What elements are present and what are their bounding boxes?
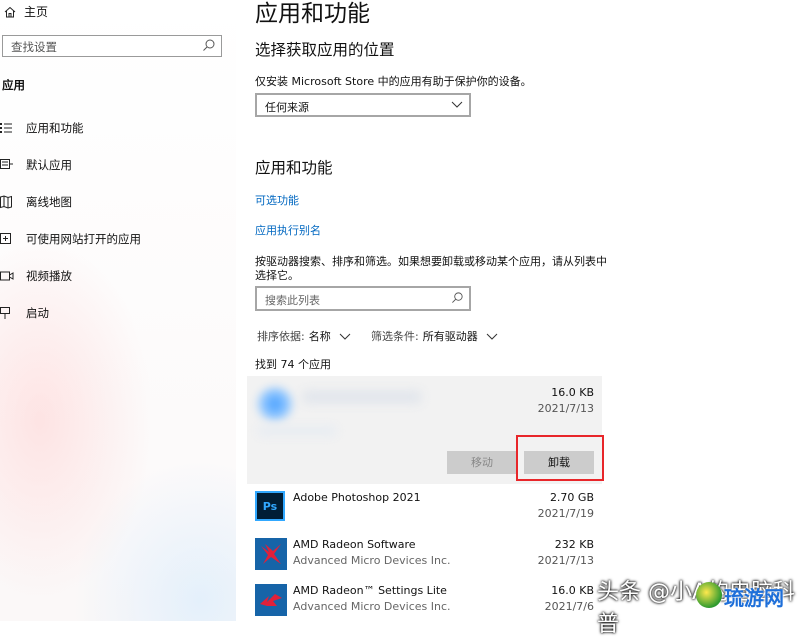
sidebar: 主页 查找设置 应用 应用和功能 默认应用 离线地图 可使用网站打开的应用 视频…	[0, 0, 236, 621]
app-source-dropdown[interactable]: 任何来源	[255, 93, 471, 117]
chevron-down-icon	[451, 101, 463, 108]
startup-icon	[0, 307, 10, 319]
sidebar-item-label: 可使用网站打开的应用	[26, 232, 141, 246]
sidebar-item-label: 启动	[26, 306, 49, 320]
section-label-apps: 应用	[2, 78, 25, 92]
page-title: 应用和功能	[255, 1, 370, 27]
settings-search-placeholder: 查找设置	[11, 40, 57, 54]
sidebar-item-startup[interactable]: 启动	[0, 303, 49, 323]
chevron-down-icon	[486, 333, 498, 340]
sidebar-item-label: 离线地图	[26, 195, 72, 209]
photoshop-icon-text: Ps	[262, 500, 278, 513]
app-date: 2021/7/6	[544, 600, 594, 613]
app-size: 16.0 KB	[551, 584, 594, 597]
app-list-search-input[interactable]: 搜索此列表	[255, 286, 471, 311]
blurred-app-detail	[257, 426, 337, 436]
location-description: 仅安装 Microsoft Store 中的应用有助于保护你的设备。	[255, 75, 532, 88]
chevron-down-icon	[339, 333, 351, 340]
app-execution-alias-link[interactable]: 应用执行别名	[255, 222, 321, 238]
apps-features-heading: 应用和功能	[255, 159, 333, 177]
app-list-search-placeholder: 搜索此列表	[265, 294, 320, 307]
filter-dropdown[interactable]: 筛选条件: 所有驱动器	[371, 328, 498, 344]
sidebar-home[interactable]: 主页	[4, 3, 48, 20]
blurred-app-icon	[255, 386, 295, 422]
blurred-app-name	[302, 390, 422, 404]
location-heading: 选择获取应用的位置	[255, 41, 395, 59]
app-size: 232 KB	[554, 538, 594, 551]
list-item[interactable]: AMD Radeon™ Settings Lite Advanced Micro…	[247, 580, 602, 626]
open-website-icon	[0, 233, 11, 244]
filter-value: 所有驱动器	[422, 330, 478, 343]
uninstall-highlight-box	[516, 435, 604, 481]
sort-value: 名称	[308, 330, 331, 343]
list-item[interactable]: Ps Adobe Photoshop 2021 2.70 GB 2021/7/1…	[247, 487, 602, 533]
search-description-line1: 按驱动器搜索、排序和筛选。如果想要卸载或移动某个应用，请从列表中	[255, 255, 607, 268]
photoshop-icon: Ps	[255, 491, 285, 521]
list-item[interactable]: AMD Radeon Software Advanced Micro Devic…	[247, 534, 602, 580]
search-icon	[452, 292, 463, 303]
home-icon	[4, 6, 16, 17]
move-button[interactable]: 移动	[447, 451, 517, 474]
sidebar-item-apps-features[interactable]: 应用和功能	[0, 118, 84, 138]
sidebar-item-video-playback[interactable]: 视频播放	[0, 266, 72, 286]
optional-features-link[interactable]: 可选功能	[255, 192, 299, 208]
sort-label: 排序依据:	[257, 330, 305, 343]
watermark-logo	[696, 582, 722, 608]
sidebar-item-label: 视频播放	[26, 269, 72, 283]
watermark-site: 琉游网	[724, 586, 784, 610]
sidebar-item-label: 应用和功能	[26, 121, 84, 135]
video-icon	[0, 271, 14, 281]
app-source-value: 任何来源	[265, 101, 309, 114]
sidebar-item-apps-for-websites[interactable]: 可使用网站打开的应用	[0, 229, 141, 249]
list-icon	[0, 123, 12, 133]
sidebar-item-default-apps[interactable]: 默认应用	[0, 155, 72, 175]
amd-radeon-icon	[255, 584, 287, 616]
app-size: 16.0 KB	[551, 386, 594, 399]
app-name: AMD Radeon Software	[293, 538, 416, 551]
search-description-line2: 选择它。	[255, 269, 299, 282]
amd-radeon-icon	[255, 538, 287, 570]
app-date: 2021/7/13	[537, 402, 594, 415]
home-label: 主页	[24, 5, 49, 19]
app-size: 2.70 GB	[549, 491, 594, 504]
app-publisher: Advanced Micro Devices Inc.	[293, 554, 451, 567]
sort-dropdown[interactable]: 排序依据: 名称	[257, 328, 351, 344]
app-date: 2021/7/13	[537, 554, 594, 567]
map-icon	[0, 195, 12, 209]
filter-label: 筛选条件:	[371, 330, 419, 343]
sidebar-item-offline-maps[interactable]: 离线地图	[0, 192, 72, 212]
search-icon	[203, 39, 215, 51]
app-name: Adobe Photoshop 2021	[293, 491, 421, 504]
apps-found-count: 找到 74 个应用	[255, 358, 331, 371]
app-publisher: Advanced Micro Devices Inc.	[293, 600, 451, 613]
default-apps-icon	[0, 159, 13, 169]
app-date: 2021/7/19	[537, 507, 594, 520]
app-name: AMD Radeon™ Settings Lite	[293, 584, 447, 597]
sidebar-item-label: 默认应用	[26, 158, 72, 172]
settings-search-input[interactable]: 查找设置	[2, 35, 222, 57]
